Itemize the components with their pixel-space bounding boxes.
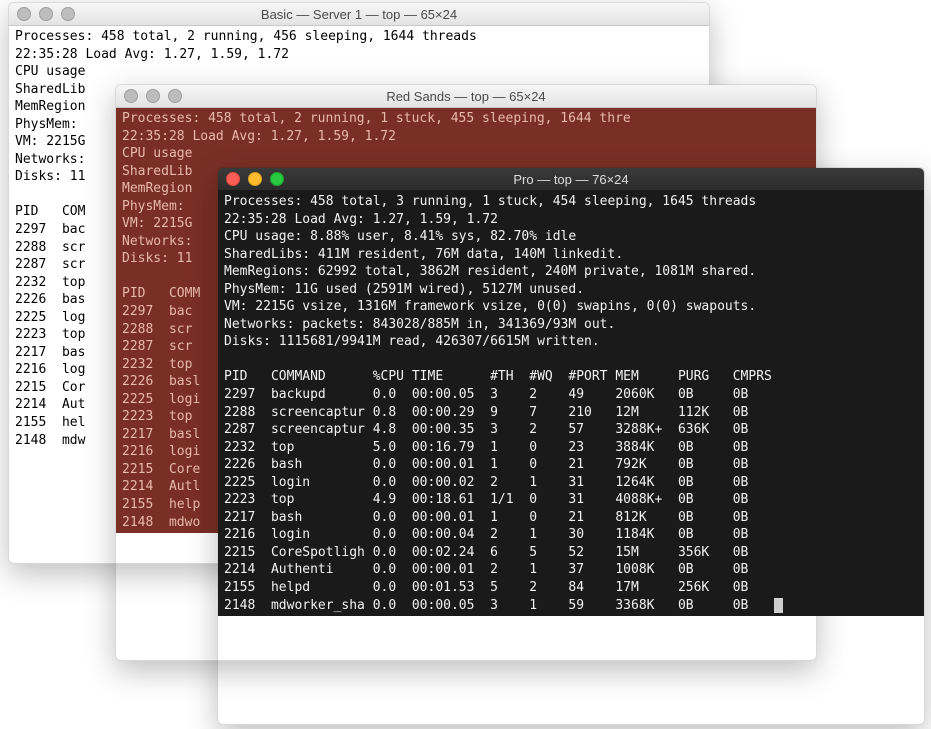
zoom-icon[interactable] xyxy=(168,89,182,103)
terminal-line: Processes: 458 total, 2 running, 456 sle… xyxy=(15,28,703,46)
terminal-body-pro[interactable]: Processes: 458 total, 3 running, 1 stuck… xyxy=(218,191,924,616)
traffic-lights xyxy=(17,7,75,21)
terminal-line: PhysMem: 11G used (2591M wired), 5127M u… xyxy=(224,281,918,299)
window-title: Red Sands — top — 65×24 xyxy=(116,89,816,104)
terminal-line: CPU usage xyxy=(15,63,703,81)
terminal-line: SharedLibs: 411M resident, 76M data, 140… xyxy=(224,246,918,264)
table-row: 2214 Authenti 0.0 00:00.01 2 1 37 1008K … xyxy=(224,561,918,579)
titlebar-redsands[interactable]: Red Sands — top — 65×24 xyxy=(116,85,816,108)
terminal-line: CPU usage xyxy=(122,145,810,163)
minimize-icon[interactable] xyxy=(146,89,160,103)
table-row: 2288 screencaptur 0.8 00:00.29 9 7 210 1… xyxy=(224,404,918,422)
zoom-icon[interactable] xyxy=(270,172,284,186)
terminal-line: Networks: packets: 843028/885M in, 34136… xyxy=(224,316,918,334)
table-row: 2223 top 4.9 00:18.61 1/1 0 31 4088K+ 0B… xyxy=(224,491,918,509)
terminal-line xyxy=(224,351,918,369)
terminal-line: 22:35:28 Load Avg: 1.27, 1.59, 1.72 xyxy=(15,46,703,64)
close-icon[interactable] xyxy=(17,7,31,21)
titlebar-basic[interactable]: Basic — Server 1 — top — 65×24 xyxy=(9,3,709,26)
minimize-icon[interactable] xyxy=(39,7,53,21)
table-row: 2225 login 0.0 00:00.02 2 1 31 1264K 0B … xyxy=(224,474,918,492)
terminal-line: VM: 2215G vsize, 1316M framework vsize, … xyxy=(224,298,918,316)
minimize-icon[interactable] xyxy=(248,172,262,186)
table-header: PID COMMAND %CPU TIME #TH #WQ #PORT MEM … xyxy=(224,368,918,386)
titlebar-pro[interactable]: Pro — top — 76×24 xyxy=(218,168,924,191)
table-row: 2148 mdworker_sha 0.0 00:00.05 3 1 59 33… xyxy=(224,597,918,615)
table-row: 2155 helpd 0.0 00:01.53 5 2 84 17M 256K … xyxy=(224,579,918,597)
traffic-lights xyxy=(124,89,182,103)
close-icon[interactable] xyxy=(226,172,240,186)
terminal-line: CPU usage: 8.88% user, 8.41% sys, 82.70%… xyxy=(224,228,918,246)
zoom-icon[interactable] xyxy=(61,7,75,21)
terminal-window-pro[interactable]: Pro — top — 76×24 Processes: 458 total, … xyxy=(217,167,925,725)
window-title: Pro — top — 76×24 xyxy=(218,172,924,187)
table-row: 2297 backupd 0.0 00:00.05 3 2 49 2060K 0… xyxy=(224,386,918,404)
terminal-line: MemRegions: 62992 total, 3862M resident,… xyxy=(224,263,918,281)
traffic-lights xyxy=(226,172,284,186)
table-row: 2216 login 0.0 00:00.04 2 1 30 1184K 0B … xyxy=(224,526,918,544)
table-row: 2287 screencaptur 4.8 00:00.35 3 2 57 32… xyxy=(224,421,918,439)
terminal-line: 22:35:28 Load Avg: 1.27, 1.59, 1.72 xyxy=(122,128,810,146)
terminal-line: Processes: 458 total, 2 running, 1 stuck… xyxy=(122,110,810,128)
table-row: 2215 CoreSpotligh 0.0 00:02.24 6 5 52 15… xyxy=(224,544,918,562)
table-row: 2217 bash 0.0 00:00.01 1 0 21 812K 0B 0B xyxy=(224,509,918,527)
cursor-icon xyxy=(774,598,783,613)
window-title: Basic — Server 1 — top — 65×24 xyxy=(9,7,709,22)
terminal-line: Disks: 1115681/9941M read, 426307/6615M … xyxy=(224,333,918,351)
table-row: 2232 top 5.0 00:16.79 1 0 23 3884K 0B 0B xyxy=(224,439,918,457)
close-icon[interactable] xyxy=(124,89,138,103)
table-row: 2226 bash 0.0 00:00.01 1 0 21 792K 0B 0B xyxy=(224,456,918,474)
terminal-line: Processes: 458 total, 3 running, 1 stuck… xyxy=(224,193,918,211)
terminal-line: 22:35:28 Load Avg: 1.27, 1.59, 1.72 xyxy=(224,211,918,229)
